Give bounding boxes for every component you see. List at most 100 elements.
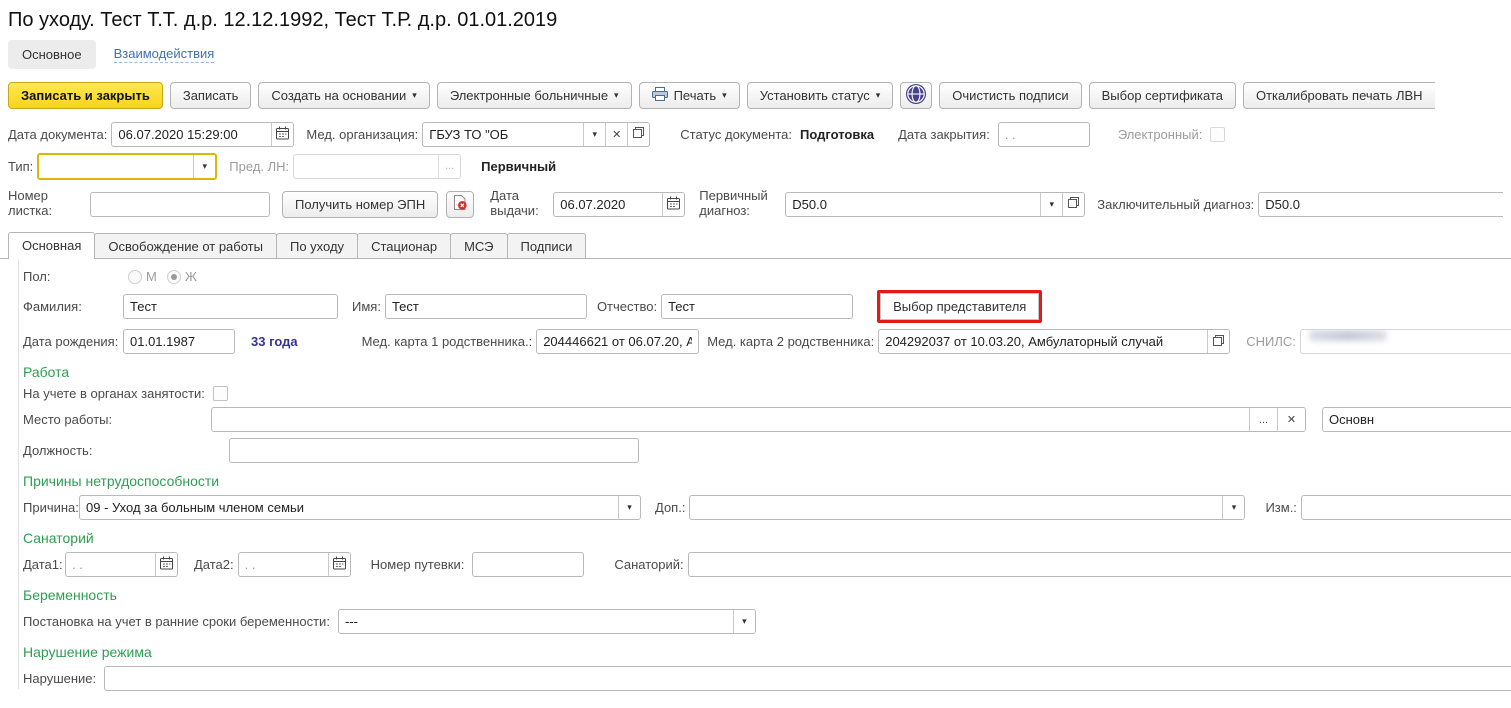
calibrate-print-button[interactable]: Откалибровать печать ЛВН — [1243, 82, 1435, 109]
fss-service-button[interactable] — [900, 82, 932, 109]
care-document-window: По уходу. Тест Т.Т. д.р. 12.12.1992, Тес… — [0, 0, 1511, 708]
electronic-sick-notes-button[interactable]: Электронные больничные ▾ — [437, 82, 632, 109]
date2-calendar-button[interactable] — [328, 553, 350, 576]
med-org-input[interactable] — [423, 123, 583, 146]
primary-diagnosis-open-button[interactable] — [1062, 193, 1084, 216]
change-input[interactable] — [1301, 495, 1511, 520]
save-and-close-button[interactable]: Записать и закрыть — [8, 82, 163, 109]
chevron-down-icon: ▾ — [1049, 200, 1054, 209]
patronymic-input[interactable] — [661, 294, 853, 319]
additional-input[interactable] — [690, 496, 1222, 519]
doc-status-value: Подготовка — [800, 127, 874, 142]
prev-ln-ellipsis-button[interactable]: ... — [438, 155, 460, 178]
tab-signatures[interactable]: Подписи — [507, 233, 587, 258]
set-status-button[interactable]: Установить статус ▾ — [747, 82, 894, 109]
violation-input[interactable] — [104, 666, 1511, 691]
select-representative-highlight: Выбор представителя — [877, 290, 1042, 323]
header-row-3: Номер листка: Получить номер ЭПН Дата вы… — [0, 184, 1511, 224]
surname-input[interactable] — [123, 294, 338, 319]
type-input[interactable] — [39, 155, 193, 178]
print-button[interactable]: Печать ▾ — [639, 82, 740, 109]
save-button[interactable]: Записать — [170, 82, 252, 109]
date2-input[interactable] — [239, 553, 328, 576]
issue-date-calendar-button[interactable] — [662, 193, 684, 216]
close-date-input[interactable] — [998, 122, 1090, 147]
sheet-no-input[interactable] — [90, 192, 270, 217]
sanatorium-input[interactable] — [688, 552, 1511, 577]
nav-main[interactable]: Основное — [8, 40, 96, 69]
additional-dropdown-button[interactable]: ▾ — [1222, 496, 1244, 519]
type-dropdown-button[interactable]: ▾ — [193, 155, 215, 178]
reason-dropdown-button[interactable]: ▾ — [618, 496, 640, 519]
prev-ln-input[interactable] — [294, 155, 438, 178]
doc-date-label: Дата документа: — [8, 127, 107, 142]
voucher-input[interactable] — [472, 552, 584, 577]
position-input[interactable] — [229, 438, 639, 463]
open-form-icon — [1067, 196, 1080, 212]
firstname-input[interactable] — [385, 294, 587, 319]
early-registration-input[interactable] — [339, 610, 733, 633]
date2-field — [238, 552, 351, 577]
workplace-input[interactable] — [212, 408, 1249, 431]
electronic-checkbox[interactable] — [1210, 127, 1225, 142]
workplace-clear-button[interactable]: ✕ — [1277, 408, 1305, 431]
gender-female-radio[interactable] — [167, 270, 181, 284]
prev-ln-label: Пред. ЛН: — [229, 159, 289, 174]
snils-label: СНИЛС: — [1246, 334, 1296, 349]
select-representative-button[interactable]: Выбор представителя — [880, 293, 1039, 320]
print-label: Печать — [674, 88, 717, 103]
worktype-input[interactable] — [1322, 407, 1511, 432]
section-incapacity-reasons: Причины нетрудоспособности — [23, 473, 1511, 489]
primary-diagnosis-dropdown-button[interactable]: ▾ — [1040, 193, 1062, 216]
clear-signatures-button[interactable]: Очистисть подписи — [939, 82, 1081, 109]
doc-date-input[interactable] — [112, 123, 271, 146]
date1-calendar-button[interactable] — [155, 553, 177, 576]
medcard1-input[interactable] — [536, 329, 699, 354]
med-org-clear-button[interactable]: ✕ — [605, 123, 627, 146]
select-certificate-button[interactable]: Выбор сертификата — [1089, 82, 1236, 109]
calendar-icon — [666, 196, 681, 213]
nav-bar: Основное Взаимодействия — [0, 36, 1511, 77]
chevron-down-icon: ▾ — [722, 91, 727, 100]
gender-label: Пол: — [23, 269, 128, 284]
medcard2-open-button[interactable] — [1207, 330, 1229, 353]
final-diagnosis-label: Заключительный диагноз: — [1097, 197, 1254, 212]
additional-field: ▾ — [689, 495, 1245, 520]
birthdate-input[interactable] — [123, 329, 235, 354]
get-eln-number-button[interactable]: Получить номер ЭПН — [282, 191, 438, 218]
tab-mse[interactable]: МСЭ — [450, 233, 507, 258]
section-pregnancy: Беременность — [23, 587, 1511, 603]
medcard2-field — [878, 329, 1230, 354]
gender-female-label: Ж — [185, 269, 197, 284]
voucher-label: Номер путевки: — [371, 557, 465, 572]
med-org-open-button[interactable] — [627, 123, 649, 146]
early-registration-dropdown-button[interactable]: ▾ — [733, 610, 755, 633]
tab-hospital[interactable]: Стационар — [357, 233, 451, 258]
final-diagnosis-input[interactable] — [1258, 192, 1503, 217]
create-from-button[interactable]: Создать на основании ▾ — [258, 82, 429, 109]
employment-checkbox[interactable] — [213, 386, 228, 401]
reason-input[interactable] — [80, 496, 618, 519]
chevron-down-icon: ▾ — [203, 162, 208, 171]
fss-globe-icon — [905, 83, 927, 108]
date1-input[interactable] — [66, 553, 155, 576]
gender-male-radio[interactable] — [128, 270, 142, 284]
snils-field — [1300, 329, 1511, 354]
section-work: Работа — [23, 364, 1511, 380]
primary-diagnosis-input[interactable] — [786, 193, 1040, 216]
employment-row: На учете в органах занятости: — [23, 386, 1511, 401]
issue-date-input[interactable] — [554, 193, 662, 216]
tab-main[interactable]: Основная — [8, 232, 95, 259]
nav-interactions[interactable]: Взаимодействия — [114, 46, 215, 63]
med-org-dropdown-button[interactable]: ▾ — [583, 123, 605, 146]
header-row-1: Дата документа: Мед. организация: ▾ ✕ Ст… — [0, 120, 1511, 148]
medcard1-label: Мед. карта 1 родственника.: — [362, 334, 533, 349]
cancel-eln-button[interactable] — [446, 191, 474, 218]
medcard2-input[interactable] — [879, 330, 1207, 353]
tab-care[interactable]: По уходу — [276, 233, 358, 258]
doc-date-calendar-button[interactable] — [271, 123, 293, 146]
cancel-document-icon — [452, 194, 468, 214]
name-row: Фамилия: Имя: Отчество: Выбор представит… — [23, 290, 1511, 323]
workplace-ellipsis-button[interactable]: ... — [1249, 408, 1277, 431]
tab-work-release[interactable]: Освобождение от работы — [94, 233, 277, 258]
